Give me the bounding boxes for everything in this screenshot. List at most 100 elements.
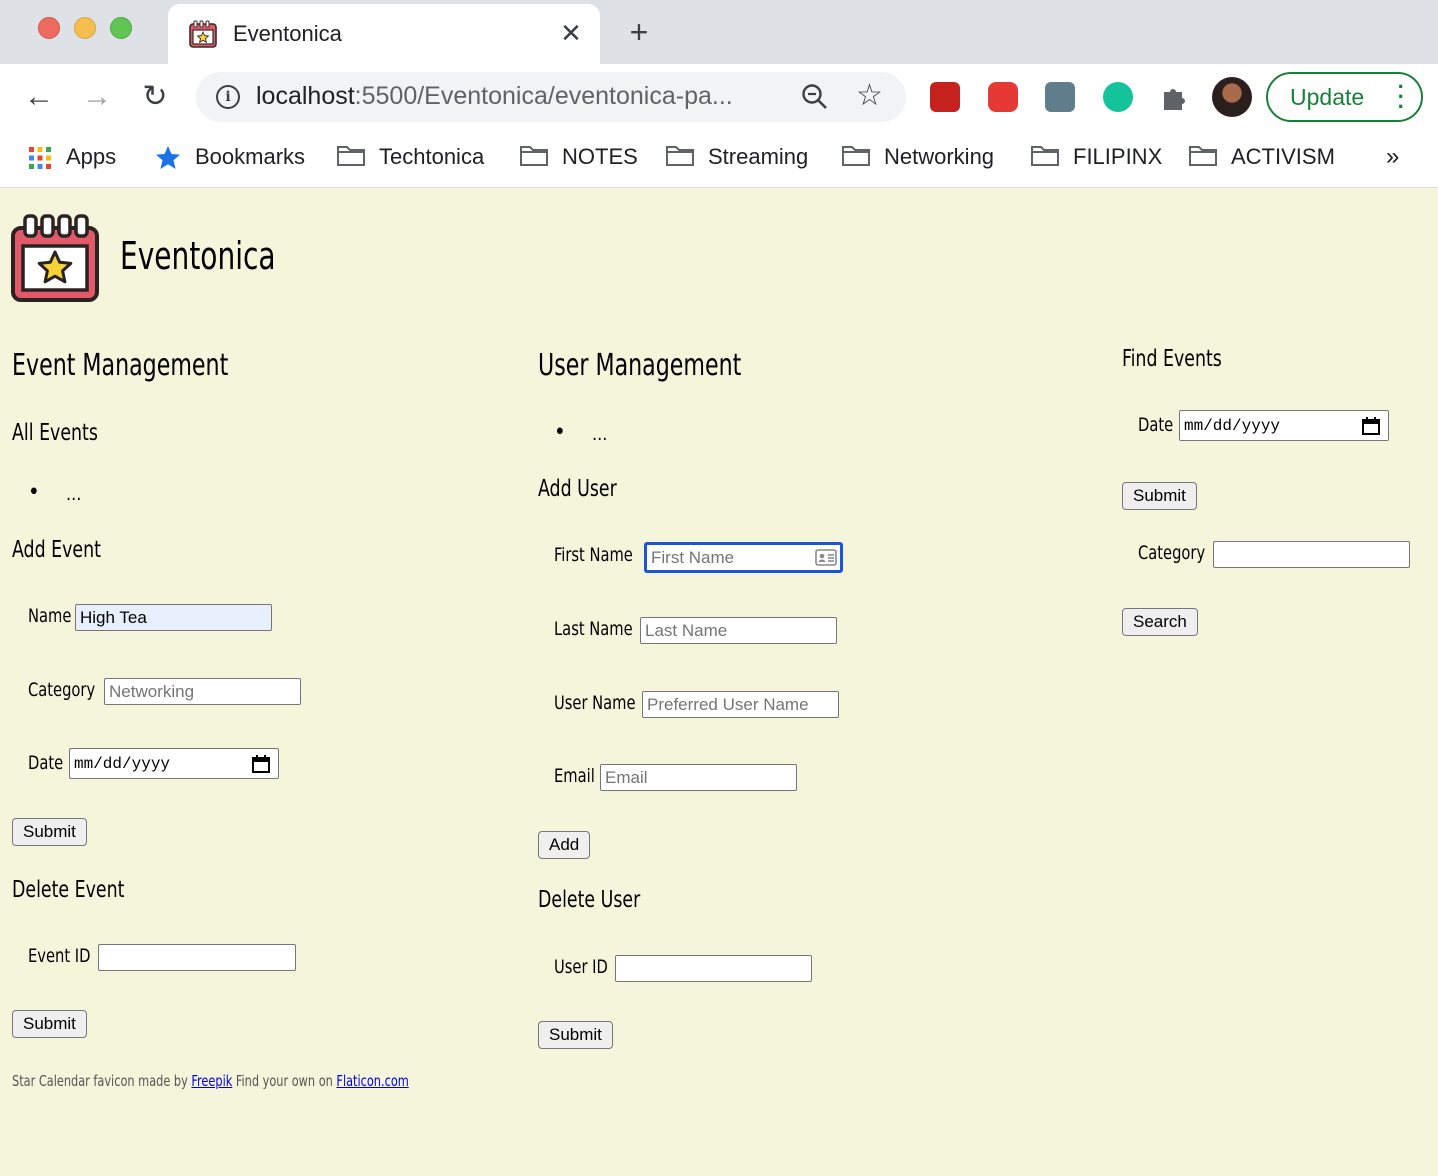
- flaticon-link[interactable]: Flaticon.com: [336, 1072, 408, 1090]
- add-user-button[interactable]: Add: [538, 831, 591, 859]
- find-date-placeholder: mm/dd/yyyy: [1184, 417, 1281, 435]
- close-window-button[interactable]: [38, 17, 60, 39]
- calendar-icon[interactable]: [1362, 417, 1380, 435]
- folder-icon: [1189, 146, 1217, 167]
- event-date-placeholder: mm/dd/yyyy: [74, 755, 171, 773]
- address-bar[interactable]: i localhost:5500/Eventonica/eventonica-p…: [196, 72, 906, 122]
- bookmark-folder-notes[interactable]: NOTES: [520, 142, 638, 172]
- folder-icon: [337, 146, 365, 167]
- last-name-input[interactable]: [640, 617, 837, 644]
- bookmark-folder-networking[interactable]: Networking: [842, 142, 994, 172]
- more-menu-icon[interactable]: · · ·: [1398, 76, 1405, 118]
- extension-video-icon[interactable]: [988, 82, 1018, 112]
- page-content: Eventonica Event Management All Events .…: [0, 188, 1438, 1176]
- event-id-label: Event ID: [28, 945, 91, 967]
- search-button[interactable]: Search: [1122, 608, 1198, 636]
- users-list-item: ...: [553, 420, 608, 445]
- site-title: Eventonica: [120, 234, 276, 278]
- update-label: Update: [1290, 84, 1365, 110]
- bookmark-folder-filipinx[interactable]: FILIPINX: [1031, 142, 1162, 172]
- all-events-heading: All Events: [12, 420, 98, 446]
- add-user-heading: Add User: [538, 476, 617, 502]
- delete-event-heading: Delete Event: [12, 877, 125, 903]
- bookmark-folder-activism[interactable]: ACTIVISM: [1189, 142, 1335, 172]
- contact-card-autofill-icon[interactable]: [815, 549, 837, 566]
- bookmark-folder-techtonica[interactable]: Techtonica: [337, 142, 484, 172]
- find-category-input[interactable]: [1213, 541, 1410, 568]
- calendar-star-icon: [189, 20, 217, 48]
- update-button[interactable]: Update · · ·: [1266, 72, 1423, 122]
- more-bookmarks-chevron-icon[interactable]: »: [1386, 142, 1399, 172]
- bookmarks-bar: Apps Bookmarks Techtonica NOTES Streamin…: [0, 130, 1438, 188]
- user-name-input[interactable]: [642, 691, 839, 718]
- bookmark-bookmarks-label: Bookmarks: [195, 144, 306, 169]
- extension-camera-icon[interactable]: [1045, 82, 1075, 112]
- bookmark-networking-label: Networking: [884, 144, 995, 169]
- event-date-input[interactable]: mm/dd/yyyy: [69, 748, 279, 779]
- forward-arrow-icon[interactable]: →: [80, 81, 114, 113]
- bookmark-activism-label: ACTIVISM: [1231, 144, 1335, 169]
- profile-avatar[interactable]: [1212, 77, 1252, 117]
- delete-event-submit-button[interactable]: Submit: [12, 1010, 87, 1038]
- zoom-window-button[interactable]: [110, 17, 132, 39]
- find-date-input[interactable]: mm/dd/yyyy: [1179, 410, 1389, 441]
- folder-icon: [1031, 146, 1059, 167]
- bookmark-techtonica-label: Techtonica: [379, 144, 485, 169]
- bookmark-bookmarks[interactable]: Bookmarks: [155, 142, 305, 172]
- add-event-submit-button[interactable]: Submit: [12, 818, 87, 846]
- folder-icon: [666, 146, 694, 167]
- event-id-input[interactable]: [98, 944, 296, 971]
- all-events-list-item: ...: [27, 480, 82, 505]
- extensions-puzzle-icon[interactable]: [1160, 82, 1190, 112]
- user-id-label: User ID: [554, 956, 608, 978]
- bookmark-apps[interactable]: Apps: [28, 142, 116, 172]
- footer-middle: Find your own on: [232, 1072, 337, 1090]
- footer-prefix: Star Calendar favicon made by: [12, 1072, 192, 1090]
- event-category-input[interactable]: [104, 678, 301, 705]
- event-name-input[interactable]: [75, 604, 272, 631]
- freepik-link[interactable]: Freepik: [191, 1072, 232, 1090]
- reload-icon[interactable]: ↻: [138, 81, 172, 113]
- browser-toolbar: ← → ↻ i localhost:5500/Eventonica/evento…: [0, 64, 1438, 130]
- tab-title: Eventonica: [233, 21, 342, 46]
- folder-icon: [842, 146, 870, 167]
- last-name-label: Last Name: [554, 618, 633, 640]
- find-events-heading: Find Events: [1122, 346, 1222, 372]
- close-tab-icon[interactable]: ✕: [556, 18, 586, 48]
- calendar-star-logo-icon: [11, 214, 99, 302]
- zoom-out-icon[interactable]: [800, 82, 830, 112]
- event-date-label: Date: [28, 752, 64, 774]
- minimize-window-button[interactable]: [74, 17, 96, 39]
- find-date-submit-button[interactable]: Submit: [1122, 482, 1197, 510]
- bookmark-apps-label: Apps: [66, 144, 117, 169]
- find-category-label: Category: [1138, 542, 1206, 564]
- info-icon[interactable]: i: [216, 85, 240, 109]
- event-management-heading: Event Management: [12, 348, 229, 383]
- tab-eventonica[interactable]: Eventonica ✕: [168, 4, 600, 64]
- bookmark-folder-streaming[interactable]: Streaming: [666, 142, 808, 172]
- email-input[interactable]: [600, 764, 797, 791]
- add-event-heading: Add Event: [12, 537, 101, 563]
- folder-icon: [520, 146, 548, 167]
- email-label: Email: [554, 765, 595, 787]
- bookmark-filipinx-label: FILIPINX: [1073, 144, 1163, 169]
- url-text[interactable]: localhost:5500/Eventonica/eventonica-pa.…: [256, 82, 733, 111]
- grammarly-icon[interactable]: [1103, 82, 1133, 112]
- user-id-input[interactable]: [615, 955, 812, 982]
- back-arrow-icon[interactable]: ←: [22, 81, 56, 113]
- calendar-icon[interactable]: [252, 755, 270, 773]
- user-management-heading: User Management: [538, 348, 742, 383]
- event-category-label: Category: [28, 679, 96, 701]
- bookmark-star-icon[interactable]: ☆: [856, 78, 883, 114]
- new-tab-button[interactable]: +: [624, 16, 654, 48]
- tab-strip: Eventonica ✕ +: [0, 0, 1438, 64]
- delete-user-submit-button[interactable]: Submit: [538, 1021, 613, 1049]
- extension-todo-icon[interactable]: [930, 82, 960, 112]
- find-date-label: Date: [1138, 414, 1174, 436]
- first-name-label: First Name: [554, 544, 633, 566]
- event-name-label: Name: [28, 605, 72, 627]
- apps-grid-icon: [29, 147, 51, 170]
- bookmark-streaming-label: Streaming: [708, 144, 809, 169]
- bookmark-notes-label: NOTES: [562, 144, 638, 169]
- first-name-input[interactable]: [645, 543, 842, 572]
